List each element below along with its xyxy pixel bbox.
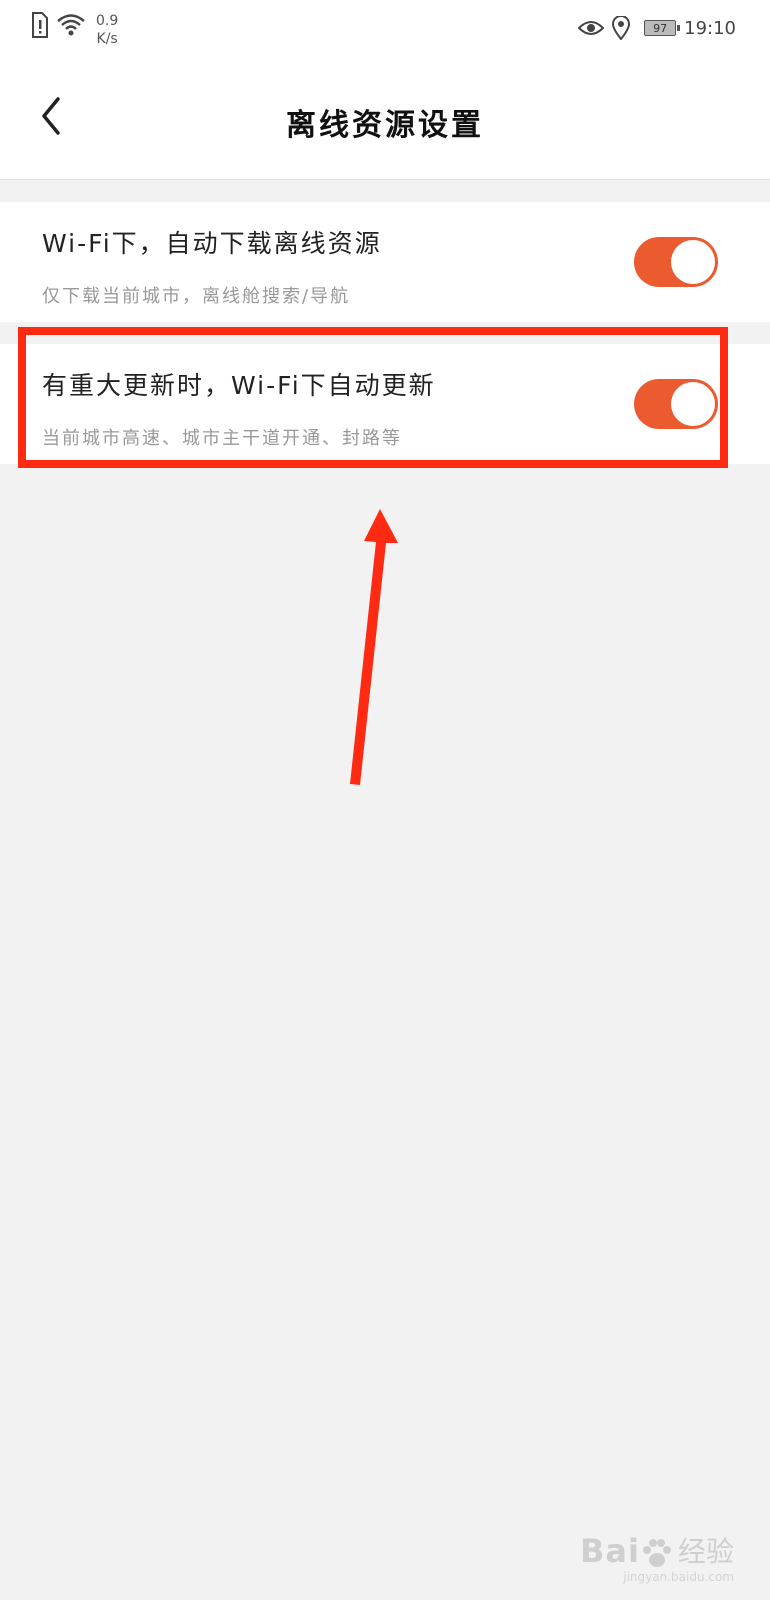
annotation-arrow-icon <box>350 509 398 785</box>
setting-auto-download[interactable]: Wi-Fi下，自动下载离线资源 仅下载当前城市，离线舱搜索/导航 <box>0 202 770 322</box>
auto-download-toggle[interactable] <box>634 237 718 287</box>
watermark-brand-cn: 经验 <box>677 1535 734 1568</box>
sim-alert-icon <box>32 12 48 38</box>
network-speed-unit: K/s <box>96 31 118 47</box>
status-right: 97 19:10 <box>578 16 736 40</box>
setting-title: Wi-Fi下，自动下载离线资源 <box>42 229 382 258</box>
status-left: 0.9 K/s <box>30 12 118 48</box>
setting-title: 有重大更新时，Wi-Fi下自动更新 <box>42 371 436 400</box>
network-speed-value: 0.9 <box>96 13 119 29</box>
wifi-icon <box>57 14 85 36</box>
location-icon <box>612 16 631 40</box>
network-speed: 0.9 K/s <box>96 12 118 48</box>
battery-icon: 97 <box>644 20 681 36</box>
setting-description: 当前城市高速、城市主干道开通、封路等 <box>42 428 402 449</box>
settings-list: Wi-Fi下，自动下载离线资源 仅下载当前城市，离线舱搜索/导航 有重大更新时，… <box>0 202 770 464</box>
setting-auto-update[interactable]: 有重大更新时，Wi-Fi下自动更新 当前城市高速、城市主干道开通、封路等 <box>0 344 770 464</box>
setting-description: 仅下载当前城市，离线舱搜索/导航 <box>42 286 351 307</box>
status-bar: 0.9 K/s 97 19:10 <box>0 0 770 62</box>
nav-bar: 离线资源设置 <box>0 62 770 180</box>
status-time: 19:10 <box>684 17 736 39</box>
eye-icon <box>578 21 605 35</box>
watermark-brand: Bai <box>580 1532 640 1570</box>
toggle-knob <box>671 382 715 426</box>
auto-update-toggle[interactable] <box>634 379 718 429</box>
baidu-jingyan-watermark: Bai 经验 jingyan.baidu.com <box>580 1530 734 1584</box>
page-title: 离线资源设置 <box>286 108 484 143</box>
toggle-knob <box>671 240 715 284</box>
watermark-url: jingyan.baidu.com <box>623 1570 734 1584</box>
paw-icon <box>642 1539 671 1567</box>
